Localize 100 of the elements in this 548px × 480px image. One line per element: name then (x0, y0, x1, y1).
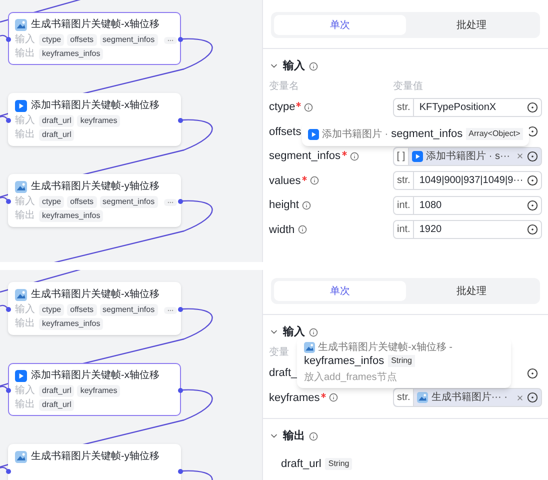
info-icon[interactable] (310, 176, 319, 186)
output-label: 输出 (15, 129, 35, 141)
tooltip-source: 添加书籍图片 · (322, 128, 388, 142)
info-icon[interactable] (298, 225, 307, 234)
variable-name: segment_infos (269, 149, 341, 164)
more-inputs-icon[interactable] (164, 306, 177, 314)
param-tag: segment_infos (100, 304, 158, 316)
variable-picker-icon[interactable] (527, 150, 538, 162)
column-header: 变量值 (393, 81, 423, 92)
variable-name: offsets (269, 124, 302, 140)
type-label: str. (394, 389, 414, 406)
input-label: 输入 (15, 34, 35, 46)
field-value: 1920 (418, 223, 443, 238)
info-icon[interactable] (350, 152, 359, 161)
param-tag: offsets (67, 304, 97, 316)
variable-name: ctype (269, 100, 296, 115)
type-label: [ ] (394, 148, 410, 165)
node-title: 生成书籍图片关键帧-y轴位移 (31, 450, 160, 464)
clear-icon[interactable] (516, 394, 524, 402)
param-tag: ctype (39, 196, 64, 208)
value-field[interactable]: int. 1920 (393, 220, 542, 240)
tooltip-description: 放入add_frames节点 (304, 371, 398, 385)
input-label: 输入 (15, 385, 35, 397)
type-badge: String (388, 355, 415, 367)
input-label: 输入 (15, 115, 35, 127)
node-title: 生成书籍图片关键帧-y轴位移 (31, 180, 160, 194)
param-tag: keyframes_infos (39, 318, 104, 330)
image-app-icon (15, 181, 27, 193)
value-field[interactable]: str. KFTypePositionX (393, 98, 542, 117)
variable-name: width (269, 222, 295, 238)
play-app-icon (308, 128, 319, 140)
param-tag: offsets (67, 34, 97, 46)
variable-name: values (269, 174, 301, 188)
value-field[interactable]: int. 1080 (393, 196, 542, 215)
workflow-node[interactable]: 生成书籍图片关键帧-y轴位移 (8, 444, 181, 480)
info-icon[interactable] (328, 393, 338, 402)
workflow-node[interactable]: 生成书籍图片关键帧-y轴位移 输入 ctype offsets segment_infos 输出 keyframes_infos (8, 174, 181, 227)
variable-name: draft_ (269, 366, 298, 381)
param-tag: keyframes_infos (39, 48, 104, 60)
reference-value: 生成书籍图片··· · (431, 390, 508, 406)
image-app-icon (15, 289, 27, 301)
section-title: 输入 (283, 324, 305, 340)
input-label: 输入 (15, 304, 35, 316)
variable-picker-icon[interactable] (527, 392, 538, 404)
section-title: 输入 (283, 58, 305, 74)
clear-icon[interactable] (516, 152, 524, 160)
more-inputs-icon[interactable] (164, 36, 177, 44)
info-icon[interactable] (304, 102, 314, 112)
tab[interactable]: 单次 (274, 15, 406, 35)
info-icon[interactable] (309, 62, 318, 70)
output-label: 输出 (15, 399, 35, 411)
param-tag: draft_url (39, 115, 74, 127)
variable-picker-icon[interactable] (527, 200, 538, 211)
field-value: KFTypePositionX (418, 100, 498, 115)
node-title: 添加书籍图片关键帧-x轴位移 (31, 369, 160, 383)
variable-picker-icon[interactable] (527, 126, 538, 138)
variable-picker-icon[interactable] (527, 175, 538, 186)
image-app-icon (15, 451, 27, 463)
more-inputs-icon[interactable] (164, 198, 177, 206)
type-badge: Array<Object> (466, 128, 524, 140)
variable-name: keyframes (269, 390, 320, 406)
tooltip-variable: segment_infos (391, 126, 463, 142)
output-label: 输出 (15, 318, 35, 330)
tab[interactable]: 单次 (274, 281, 406, 301)
workflow-node[interactable]: 添加书籍图片关键帧-x轴位移 输入 draft_url keyframes 输出 draft_url (8, 93, 181, 146)
column-header: 变量名 (269, 81, 299, 92)
value-field[interactable]: str. 生成书籍图片··· · (393, 388, 542, 408)
type-badge: String (325, 458, 352, 470)
param-tag: draft_url (39, 399, 74, 411)
column-header: 变量 (269, 347, 289, 358)
output-name: draft_url (281, 456, 322, 472)
workflow-node[interactable]: 添加书籍图片关键帧-x轴位移 输入 draft_url keyframes 输出 draft_url (8, 363, 181, 416)
node-title: 生成书籍图片关键帧-x轴位移 (31, 18, 160, 32)
node-title: 生成书籍图片关键帧-x轴位移 (31, 288, 160, 302)
param-tag: ctype (39, 304, 64, 316)
param-tag: draft_url (39, 385, 74, 397)
input-label: 输入 (15, 196, 35, 208)
reference-value: 添加书籍图片 · s··· (426, 150, 510, 164)
param-tag: offsets (67, 196, 97, 208)
play-app-icon (15, 100, 27, 112)
image-app-icon (15, 19, 27, 31)
variable-picker-icon[interactable] (527, 224, 538, 236)
tab[interactable]: 批处理 (406, 281, 537, 301)
info-icon[interactable] (309, 328, 318, 336)
node-title: 添加书籍图片关键帧-x轴位移 (31, 99, 160, 113)
variable-picker-icon[interactable] (527, 102, 538, 113)
value-field[interactable]: [ ] 添加书籍图片 · s··· (392, 146, 542, 166)
tooltip-source: 生成书籍图片关键帧-x轴位移 - (318, 340, 452, 354)
variable-picker-icon[interactable] (527, 368, 538, 379)
field-value: 1049|900|937|1049|9··· (418, 174, 524, 188)
workflow-node[interactable]: 生成书籍图片关键帧-x轴位移 输入 ctype offsets segment_infos 输出 keyframes_infos (8, 282, 181, 335)
param-tag: keyframes_infos (39, 210, 104, 222)
output-label: 输出 (15, 48, 35, 60)
workflow-node[interactable]: 生成书籍图片关键帧-x轴位移 输入 ctype offsets segment_infos 输出 keyframes_infos (8, 12, 181, 65)
tab[interactable]: 批处理 (406, 15, 537, 35)
value-field[interactable]: str. 1049|900|937|1049|9··· (393, 171, 542, 190)
info-icon[interactable] (302, 200, 311, 210)
image-app-icon (304, 342, 315, 352)
info-icon[interactable] (309, 432, 318, 440)
image-app-icon (417, 392, 428, 404)
